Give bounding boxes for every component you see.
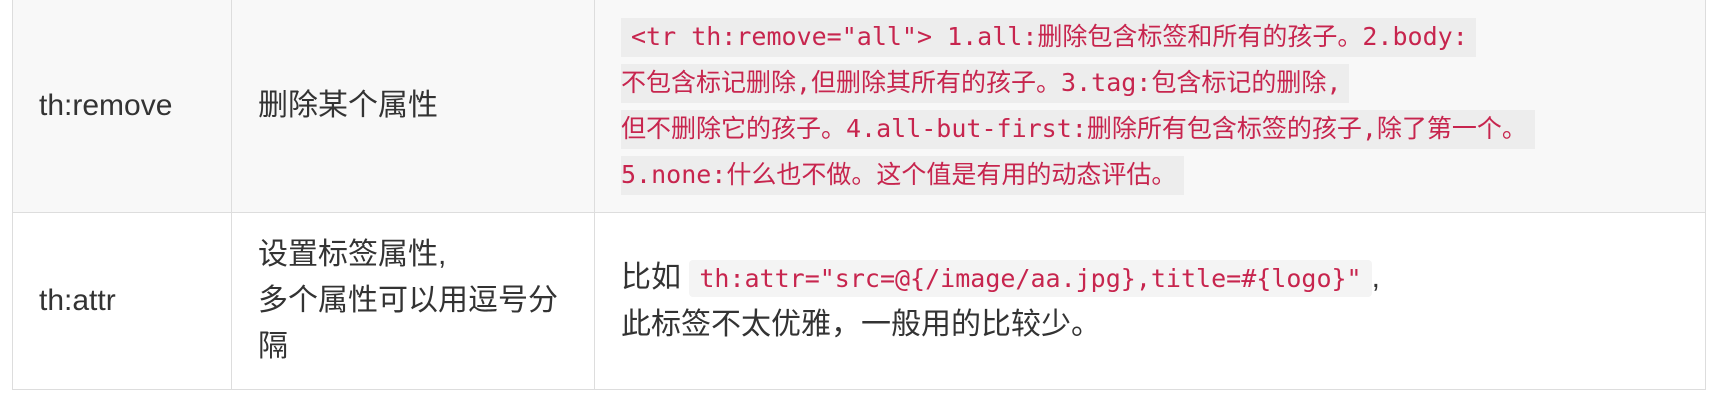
inline-code: th:attr="src=@{/image/aa.jpg},title=#{lo… xyxy=(689,259,1372,297)
detail-prefix: 比如 xyxy=(621,260,681,294)
detail-second-line: 此标签不太优雅，一般用的比较少。 xyxy=(621,307,1101,341)
attribute-name: th:attr xyxy=(39,284,116,317)
description-line-3: 隔 xyxy=(258,330,288,363)
attribute-cell: th:remove xyxy=(12,0,232,213)
code-line-4: 5.none:什么也不做。这个值是有用的动态评估。 xyxy=(621,156,1185,195)
attribute-description: 设置标签属性, 多个属性可以用逗号分 隔 xyxy=(258,232,568,370)
code-line-2: 不包含标记删除,但删除其所有的孩子。3.tag:包含标记的删除, xyxy=(621,64,1350,103)
code-example: <tr th:remove="all"> 1.all:删除包含标签和所有的孩子。… xyxy=(621,14,1685,198)
detail-suffix: , xyxy=(1371,260,1380,294)
detail-text: 比如 th:attr="src=@{/image/aa.jpg},title=#… xyxy=(621,255,1685,348)
attribute-description: 删除某个属性 xyxy=(258,89,438,122)
description-line-2: 多个属性可以用逗号分 xyxy=(258,284,558,317)
description-cell: 设置标签属性, 多个属性可以用逗号分 隔 xyxy=(231,212,595,390)
attribute-name: th:remove xyxy=(39,89,173,122)
description-line-1: 设置标签属性, xyxy=(258,238,447,271)
detail-cell: 比如 th:attr="src=@{/image/aa.jpg},title=#… xyxy=(594,212,1706,390)
detail-cell: <tr th:remove="all"> 1.all:删除包含标签和所有的孩子。… xyxy=(594,0,1706,213)
table-row-th-attr: th:attr 设置标签属性, 多个属性可以用逗号分 隔 比如 th:attr=… xyxy=(12,212,1706,390)
attributes-table: th:remove 删除某个属性 <tr th:remove="all"> 1.… xyxy=(12,0,1706,390)
description-cell: 删除某个属性 xyxy=(231,0,595,213)
code-line-1: <tr th:remove="all"> 1.all:删除包含标签和所有的孩子。… xyxy=(621,18,1476,57)
attribute-cell: th:attr xyxy=(12,212,232,390)
code-line-3: 但不删除它的孩子。4.all-but-first:删除所有包含标签的孩子,除了第… xyxy=(621,110,1535,149)
table-row-th-remove: th:remove 删除某个属性 <tr th:remove="all"> 1.… xyxy=(12,0,1706,213)
